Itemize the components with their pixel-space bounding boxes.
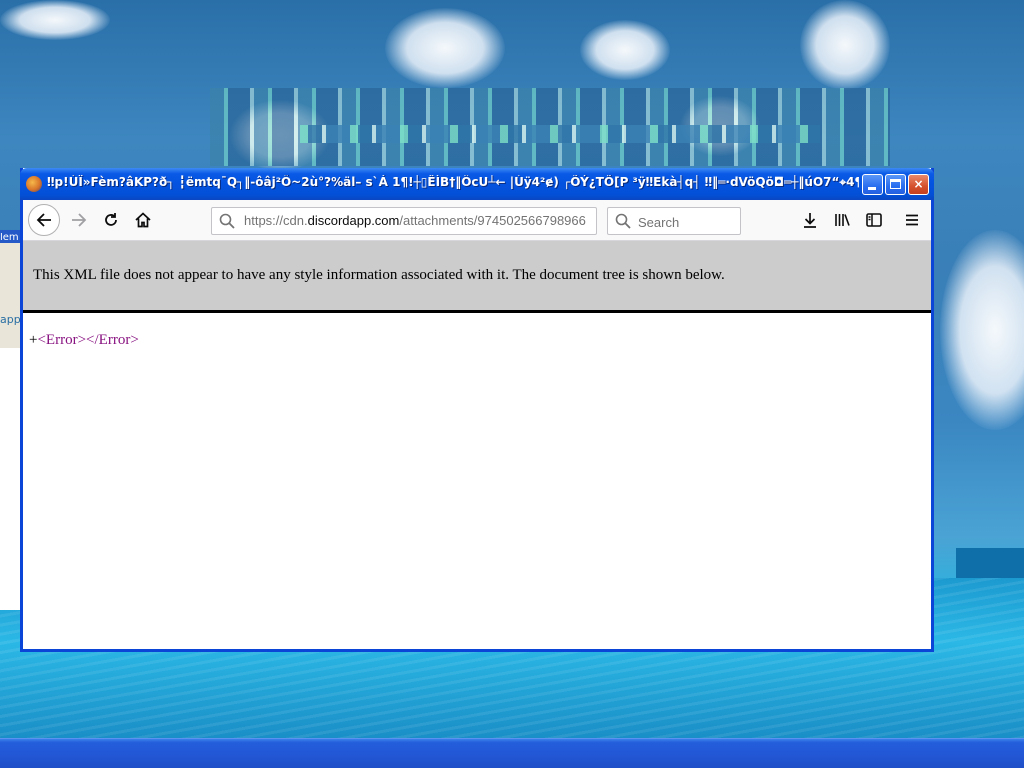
close-button[interactable]: ×: [908, 174, 929, 195]
hamburger-menu-icon: [906, 214, 918, 226]
background-window-fragment[interactable]: lem app: [0, 230, 22, 351]
taskbar[interactable]: [0, 738, 1024, 768]
menu-button[interactable]: [902, 210, 922, 230]
search-input[interactable]: [636, 212, 740, 232]
search-icon: [219, 213, 235, 229]
download-icon: [804, 213, 816, 228]
sidebar-button[interactable]: [864, 210, 884, 230]
maximize-button[interactable]: [885, 174, 906, 195]
cloud: [580, 20, 670, 80]
xml-close-tag: </Error>: [86, 332, 139, 348]
url-domain: discordapp.com: [307, 213, 400, 228]
url-prefix: https://cdn.: [244, 213, 308, 228]
maximize-icon: [890, 179, 901, 189]
browser-window: ‼p!ÙÏ»Fèm?âKP?ð┐ ┇ëmtq¯Q┐‖-ôâj²Ö~2ù°?%äl…: [20, 168, 934, 652]
background-window-body: [0, 348, 22, 610]
library-button[interactable]: [832, 210, 852, 230]
url-text[interactable]: https://cdn.discordapp.com/attachments/9…: [244, 213, 594, 228]
url-path: /attachments/974502566798966: [399, 213, 586, 228]
app-icon[interactable]: [26, 176, 42, 192]
screen-glitch-band: [300, 125, 820, 143]
xml-style-notice: This XML file does not appear to have an…: [23, 241, 931, 313]
back-arrow-icon: [36, 213, 51, 227]
background-window-text: app: [0, 313, 21, 326]
cloud: [385, 8, 505, 88]
library-icon: [835, 214, 850, 226]
cloud: [940, 230, 1024, 430]
window-title: ‼p!ÙÏ»Fèm?âKP?ð┐ ┇ëmtq¯Q┐‖-ôâj²Ö~2ù°?%äl…: [47, 175, 859, 189]
xml-notice-text: This XML file does not appear to have an…: [33, 267, 725, 283]
home-button[interactable]: [127, 204, 159, 236]
url-bar[interactable]: https://cdn.discordapp.com/attachments/9…: [211, 207, 597, 235]
close-icon: ×: [913, 177, 924, 191]
xml-open-tag: <Error>: [37, 332, 87, 348]
xml-document-tree: +<Error></Error>: [29, 332, 139, 349]
home-icon: [135, 212, 151, 228]
cloud: [0, 0, 110, 40]
downloads-button[interactable]: [800, 210, 820, 230]
background-window-title: lem: [0, 233, 22, 243]
forward-arrow-icon: [72, 213, 87, 227]
window-titlebar[interactable]: ‼p!ÙÏ»Fèm?âKP?ð┐ ┇ëmtq¯Q┐‖-ôâj²Ö~2ù°?%äl…: [20, 168, 934, 200]
cloud: [800, 0, 890, 90]
forward-button[interactable]: [63, 204, 95, 236]
back-button[interactable]: [28, 204, 60, 236]
search-bar[interactable]: [607, 207, 741, 235]
reload-icon: [105, 213, 117, 226]
reload-button[interactable]: [95, 204, 127, 236]
horizon-strip: [956, 548, 1024, 578]
minimize-button[interactable]: [862, 174, 883, 195]
minimize-icon: [868, 187, 876, 190]
sidebar-icon: [866, 213, 882, 227]
browser-toolbar: https://cdn.discordapp.com/attachments/9…: [23, 200, 931, 241]
search-icon: [615, 213, 631, 229]
